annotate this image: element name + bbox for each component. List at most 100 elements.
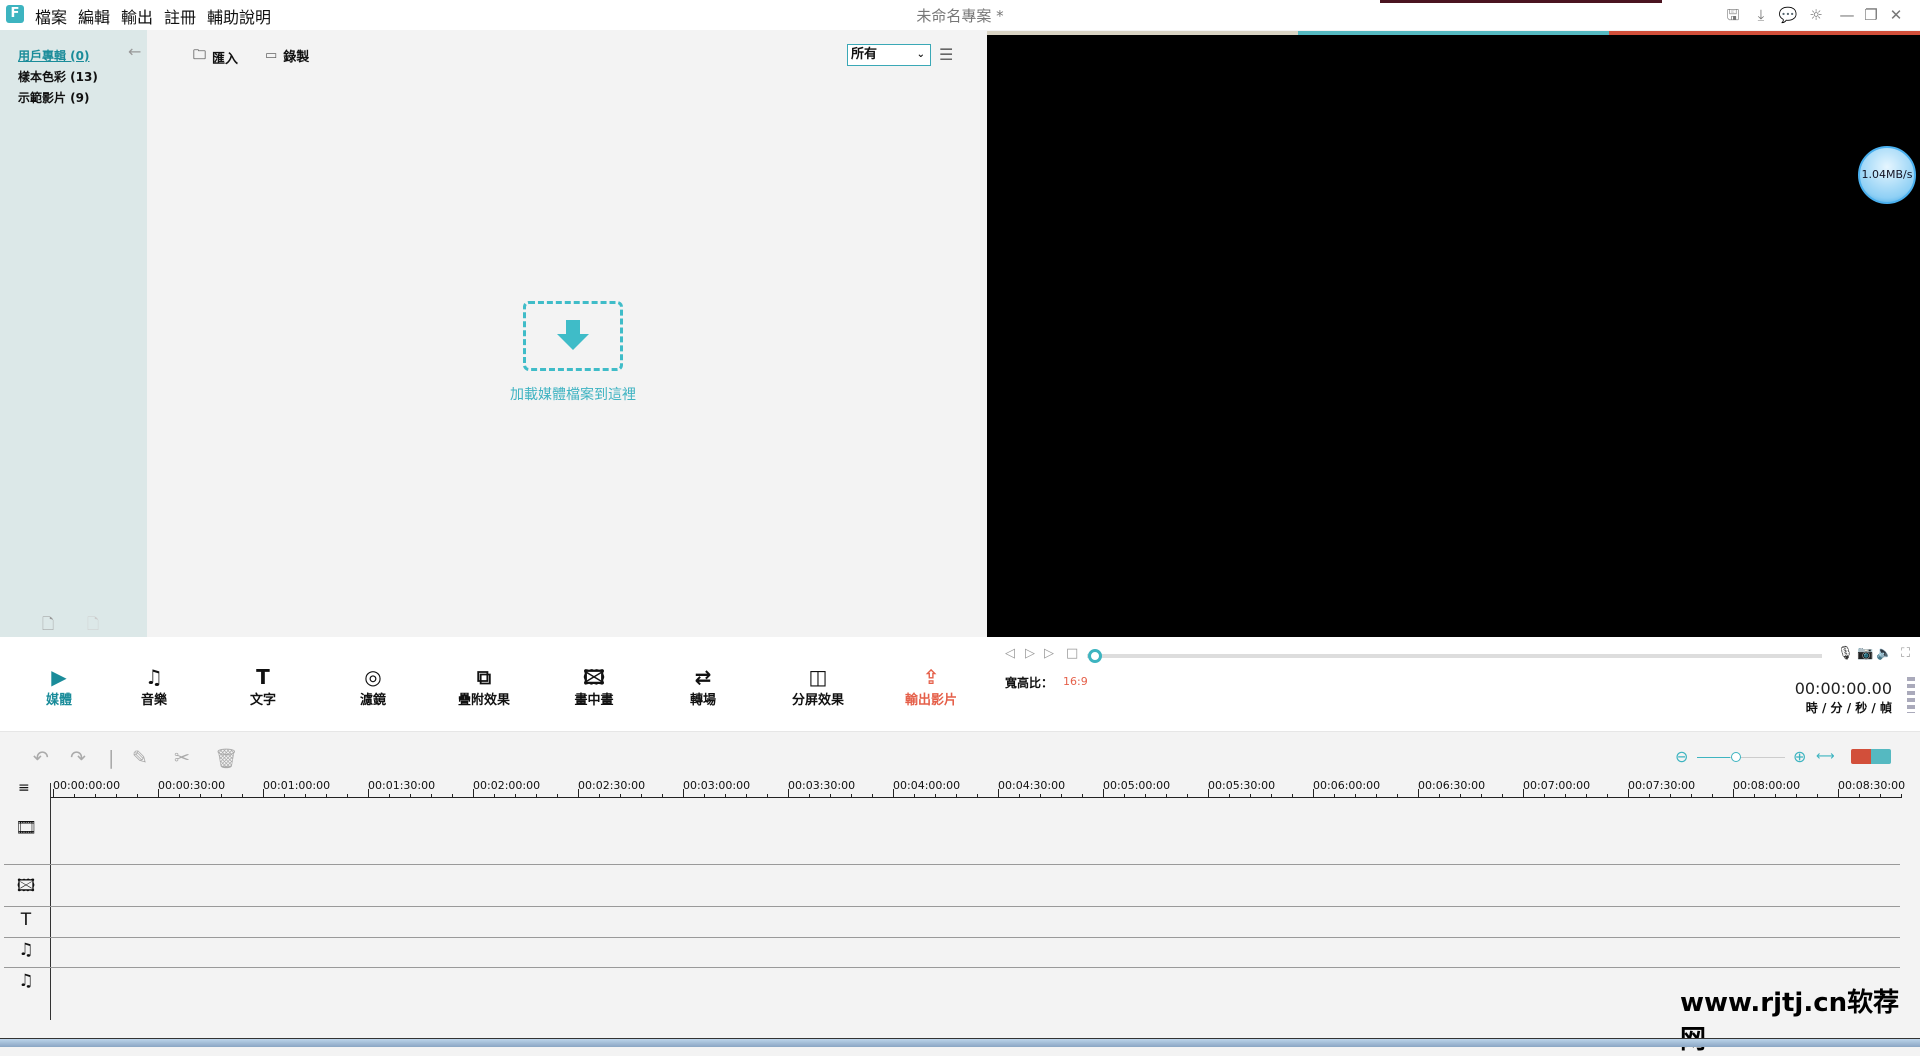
ruler-tick: [431, 794, 432, 798]
aspect-ratio-value[interactable]: 16:9: [1063, 675, 1088, 688]
download-arrow-icon: [557, 320, 589, 350]
save-icon[interactable]: 🖫: [1722, 4, 1744, 26]
menu-export[interactable]: 輸出: [121, 4, 153, 28]
zoom-out-icon[interactable]: ⊖: [1675, 747, 1688, 766]
tab-transitions[interactable]: ⇄ 轉場: [658, 665, 748, 708]
menu-edit[interactable]: 編輯: [78, 4, 110, 28]
ruler-tick: [641, 794, 642, 798]
drag-handle[interactable]: [1907, 677, 1915, 713]
storyboard-view-button[interactable]: [1871, 749, 1891, 764]
track-divider: [4, 906, 1900, 907]
fit-timeline-icon[interactable]: ⟷: [1816, 749, 1835, 764]
tab-label: 文字: [249, 693, 276, 708]
tab-pip[interactable]: 🖾 畫中畫: [549, 665, 639, 708]
menu-register[interactable]: 註冊: [164, 4, 196, 28]
seek-handle[interactable]: [1088, 649, 1102, 663]
tab-split-screen[interactable]: ◫ 分屏效果: [773, 665, 863, 708]
divider: [0, 731, 1920, 732]
stop-icon[interactable]: □: [1066, 646, 1078, 661]
tab-music[interactable]: ♫ 音樂: [109, 665, 199, 708]
tab-text[interactable]: T 文字: [218, 665, 308, 708]
record-label: 錄製: [283, 50, 310, 65]
ruler-tick: [1817, 794, 1818, 798]
redo-icon[interactable]: ↷: [70, 747, 86, 769]
import-button[interactable]: 🗀 匯入: [193, 46, 238, 68]
ruler-label: 00:08:30:00: [1838, 779, 1906, 792]
ruler-tick: [1229, 794, 1230, 798]
menu-file[interactable]: 檔案: [35, 4, 67, 28]
add-folder-icon[interactable]: 🗋: [42, 614, 54, 639]
ruler-tick: [977, 794, 978, 798]
marker-view-button[interactable]: [1851, 749, 1871, 764]
timecode: 00:00:00.00: [1794, 679, 1892, 698]
ruler-tick: [242, 794, 243, 798]
ruler-label: 00:05:00:00: [1103, 779, 1171, 792]
ruler-tick: [95, 794, 96, 798]
record-button[interactable]: ▭ 錄製: [265, 46, 309, 65]
tab-export-video[interactable]: ⇪ 輸出影片: [886, 665, 976, 708]
cut-icon[interactable]: ✂: [174, 747, 190, 769]
close-icon[interactable]: ✕: [1885, 4, 1907, 26]
sidebar-item-sample-colors[interactable]: 樣本色彩 (13): [18, 68, 98, 85]
zoom-in-icon[interactable]: ⊕: [1793, 747, 1806, 766]
ruler-tick: [536, 794, 537, 798]
ruler-label: 00:03:00:00: [683, 779, 751, 792]
download-icon[interactable]: ⤓: [1750, 4, 1772, 26]
add-track-icon[interactable]: ≡: [18, 780, 30, 796]
ruler-tick: [1649, 794, 1650, 798]
ruler-tick: [788, 789, 789, 798]
fullscreen-icon[interactable]: ⛶: [1901, 646, 1910, 661]
delete-icon[interactable]: 🗑: [214, 747, 238, 770]
tab-label: 媒體: [45, 693, 72, 708]
tab-filters[interactable]: ◎ 濾鏡: [328, 665, 418, 708]
undo-icon[interactable]: ↶: [33, 747, 49, 769]
prev-frame-icon[interactable]: ◁: [1005, 646, 1015, 661]
ruler-tick: [1166, 794, 1167, 798]
feature-tabs: ▶ 媒體 ♫ 音樂 T 文字 ◎ 濾鏡 ⧉ 疊附效果 🖾 畫中畫 ⇄ 轉場 ◫ 分屏效果 ⇪ 輸出…: [0, 637, 987, 731]
ruler-tick: [1691, 794, 1692, 798]
text-track-icon: T: [20, 910, 32, 930]
play-icon[interactable]: ▷: [1025, 646, 1035, 661]
network-speed-widget[interactable]: 1.04MB/s: [1858, 146, 1916, 204]
snapshot-icon[interactable]: 📷: [1857, 646, 1873, 661]
edit-icon[interactable]: ✎: [132, 747, 148, 769]
zoom-slider[interactable]: [1697, 752, 1785, 762]
theme-icon[interactable]: ☼: [1805, 4, 1827, 26]
zoom-slider-fill: [1697, 757, 1731, 758]
volume-icon[interactable]: 🔈: [1876, 646, 1892, 661]
restore-icon[interactable]: ❐: [1860, 4, 1882, 26]
ruler-tick: [1103, 789, 1104, 798]
tab-overlays[interactable]: ⧉ 疊附效果: [439, 665, 529, 708]
feedback-icon[interactable]: 💬: [1777, 4, 1799, 26]
delete-folder-icon[interactable]: 🗋: [87, 614, 99, 639]
ruler-tick: [1334, 794, 1335, 798]
playhead[interactable]: [50, 783, 51, 1020]
seek-bar[interactable]: [1087, 654, 1822, 658]
ruler-tick: [1628, 789, 1629, 798]
ruler-label: 00:04:00:00: [893, 779, 961, 792]
ruler-tick: [1838, 789, 1839, 798]
filter-select[interactable]: 所有 ⌄: [847, 44, 931, 66]
sidebar-item-user-album[interactable]: 用戶專輯 (0): [18, 47, 90, 64]
import-label: 匯入: [212, 51, 239, 67]
menu-help[interactable]: 輔助說明: [207, 4, 271, 28]
ruler-tick: [1124, 794, 1125, 798]
collapse-arrow-icon[interactable]: ←: [128, 42, 141, 61]
drop-zone[interactable]: [523, 301, 623, 371]
sidebar-item-sample-videos[interactable]: 示範影片 (9): [18, 89, 90, 106]
ruler-tick: [1313, 789, 1314, 798]
music-track-icon: ♫: [18, 971, 34, 991]
next-frame-icon[interactable]: ▷: [1044, 646, 1054, 661]
zoom-slider-handle[interactable]: [1731, 752, 1741, 762]
ruler-tick: [830, 794, 831, 798]
ruler-tick: [137, 794, 138, 798]
tab-label: 分屏效果: [791, 693, 844, 708]
microphone-icon[interactable]: 🎙: [1837, 646, 1854, 661]
tab-media[interactable]: ▶ 媒體: [14, 665, 104, 708]
track-divider: [4, 967, 1900, 968]
video-preview[interactable]: 1.04MB/s: [987, 35, 1920, 637]
minimize-icon[interactable]: —: [1836, 4, 1858, 26]
ruler-label: 00:04:30:00: [998, 779, 1066, 792]
ruler-tick: [1775, 794, 1776, 798]
list-view-icon[interactable]: ☰: [939, 45, 953, 64]
